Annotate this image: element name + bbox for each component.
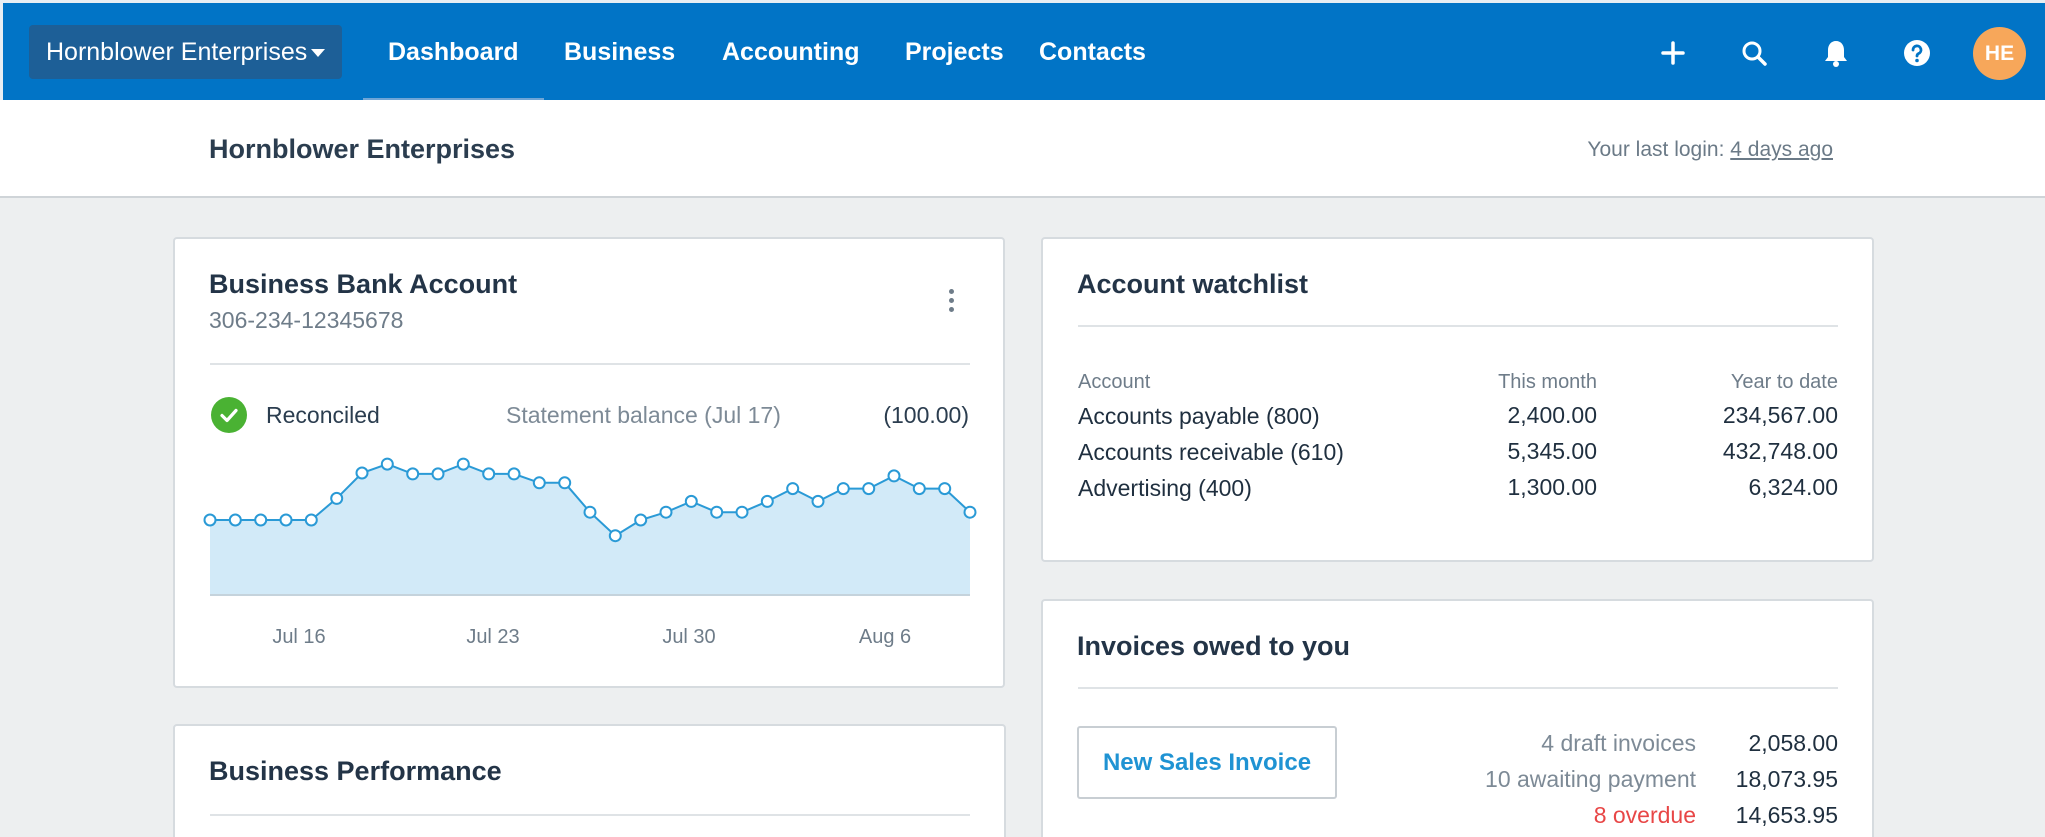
- chart-point: [760, 494, 774, 508]
- draft-invoices-link[interactable]: 4 draft invoices: [1541, 730, 1696, 757]
- chart-point: [836, 482, 850, 496]
- page-header: Hornblower Enterprises Your last login: …: [0, 100, 2045, 198]
- last-login: Your last login: 4 days ago: [1587, 138, 1833, 162]
- watchlist-month-value: 2,400.00: [1507, 402, 1597, 428]
- last-login-link[interactable]: 4 days ago: [1730, 138, 1833, 161]
- invoices-owed-card: Invoices owed to you New Sales Invoice 4…: [1041, 599, 1874, 837]
- plus-icon[interactable]: [1655, 35, 1691, 71]
- column-header-year-to-date: Year to date: [1730, 371, 1838, 393]
- divider: [210, 363, 970, 365]
- new-sales-invoice-button[interactable]: New Sales Invoice: [1077, 726, 1337, 799]
- chart-point: [507, 467, 521, 481]
- x-tick-label: Jul 23: [466, 626, 519, 648]
- chart-point: [786, 482, 800, 496]
- caret-down-icon: [311, 49, 325, 57]
- chart-point: [228, 513, 242, 527]
- account-number: 306-234-12345678: [209, 307, 404, 333]
- chart-point: [254, 513, 268, 527]
- chart-point: [583, 505, 597, 519]
- column-header-this-month: This month: [1498, 371, 1597, 393]
- chart-point: [735, 505, 749, 519]
- organisation-name: Hornblower Enterprises: [46, 38, 308, 66]
- nav-dashboard[interactable]: Dashboard: [363, 25, 544, 103]
- chart-point: [330, 491, 344, 505]
- page-title: Hornblower Enterprises: [209, 134, 516, 164]
- more-options-icon[interactable]: [943, 287, 959, 317]
- chart-point: [279, 513, 293, 527]
- chart-area: [210, 464, 970, 595]
- chart-point: [558, 476, 572, 490]
- chart-point: [684, 494, 698, 508]
- watchlist-ytd-value: 432,748.00: [1722, 438, 1838, 464]
- divider: [1078, 687, 1838, 689]
- bell-icon[interactable]: [1818, 35, 1854, 71]
- awaiting-payment-value: 18,073.95: [1735, 766, 1838, 792]
- nav-business[interactable]: Business: [564, 25, 675, 79]
- chart-point: [380, 457, 394, 471]
- divider: [1078, 325, 1838, 327]
- chart-point: [431, 467, 445, 481]
- watchlist-account[interactable]: Advertising (400): [1078, 475, 1252, 502]
- chart-point: [811, 494, 825, 508]
- watchlist-account[interactable]: Accounts receivable (610): [1078, 439, 1344, 466]
- chart-point: [659, 505, 673, 519]
- top-navigation: Hornblower Enterprises Dashboard Busines…: [0, 0, 2045, 103]
- search-icon[interactable]: [1736, 35, 1772, 71]
- watchlist-ytd-value: 6,324.00: [1748, 474, 1838, 500]
- chart-point: [608, 529, 622, 543]
- bank-account-title[interactable]: Business Bank Account: [209, 269, 517, 300]
- watchlist-ytd-value: 234,567.00: [1722, 402, 1838, 428]
- column-header-account: Account: [1078, 371, 1151, 393]
- draft-invoices-value: 2,058.00: [1748, 730, 1838, 756]
- chart-point: [938, 482, 952, 496]
- reconciled-status: Reconciled: [266, 402, 380, 428]
- chart-point: [406, 467, 420, 481]
- help-icon[interactable]: [1899, 35, 1935, 71]
- chart-point: [355, 466, 369, 480]
- chart-point: [532, 476, 546, 490]
- invoices-owed-title[interactable]: Invoices owed to you: [1077, 631, 1350, 662]
- divider: [210, 814, 970, 816]
- chart-point: [862, 482, 876, 496]
- x-tick-label: Aug 6: [859, 626, 911, 648]
- x-tick-label: Jul 16: [272, 626, 325, 648]
- organisation-switcher[interactable]: Hornblower Enterprises: [29, 25, 342, 79]
- check-circle-icon: [211, 397, 247, 433]
- overdue-value: 14,653.95: [1735, 802, 1838, 828]
- balance-chart: Jul 16 Jul 23 Jul 30 Aug 6: [203, 457, 977, 648]
- watchlist-account[interactable]: Accounts payable (800): [1078, 403, 1320, 430]
- nav-projects[interactable]: Projects: [905, 25, 1004, 79]
- chart-point: [963, 505, 977, 519]
- chart-point: [634, 513, 648, 527]
- statement-balance-value: (100.00): [883, 402, 969, 428]
- statement-balance-label: Statement balance (Jul 17): [506, 402, 781, 428]
- last-login-label: Your last login:: [1587, 138, 1725, 161]
- overdue-link[interactable]: 8 overdue: [1594, 802, 1696, 829]
- bank-account-card: Business Bank Account 306-234-12345678 R…: [173, 237, 1005, 688]
- watchlist-month-value: 1,300.00: [1507, 474, 1597, 500]
- business-performance-title[interactable]: Business Performance: [209, 756, 502, 787]
- nav-contacts[interactable]: Contacts: [1039, 25, 1146, 79]
- watchlist-month-value: 5,345.00: [1507, 438, 1597, 464]
- avatar[interactable]: HE: [1973, 27, 2026, 80]
- business-performance-card: Business Performance: [173, 724, 1006, 837]
- chart-point: [456, 457, 470, 471]
- chart-point: [304, 513, 318, 527]
- chart-point: [912, 482, 926, 496]
- chart-point: [203, 513, 217, 527]
- watchlist-title: Account watchlist: [1077, 269, 1309, 299]
- x-tick-label: Jul 30: [662, 626, 715, 648]
- chart-point: [887, 469, 901, 483]
- awaiting-payment-link[interactable]: 10 awaiting payment: [1485, 766, 1696, 793]
- nav-accounting[interactable]: Accounting: [722, 25, 860, 79]
- account-watchlist-card: Account watchlist Account This month Yea…: [1041, 237, 1874, 562]
- chart-point: [482, 467, 496, 481]
- chart-point: [710, 505, 724, 519]
